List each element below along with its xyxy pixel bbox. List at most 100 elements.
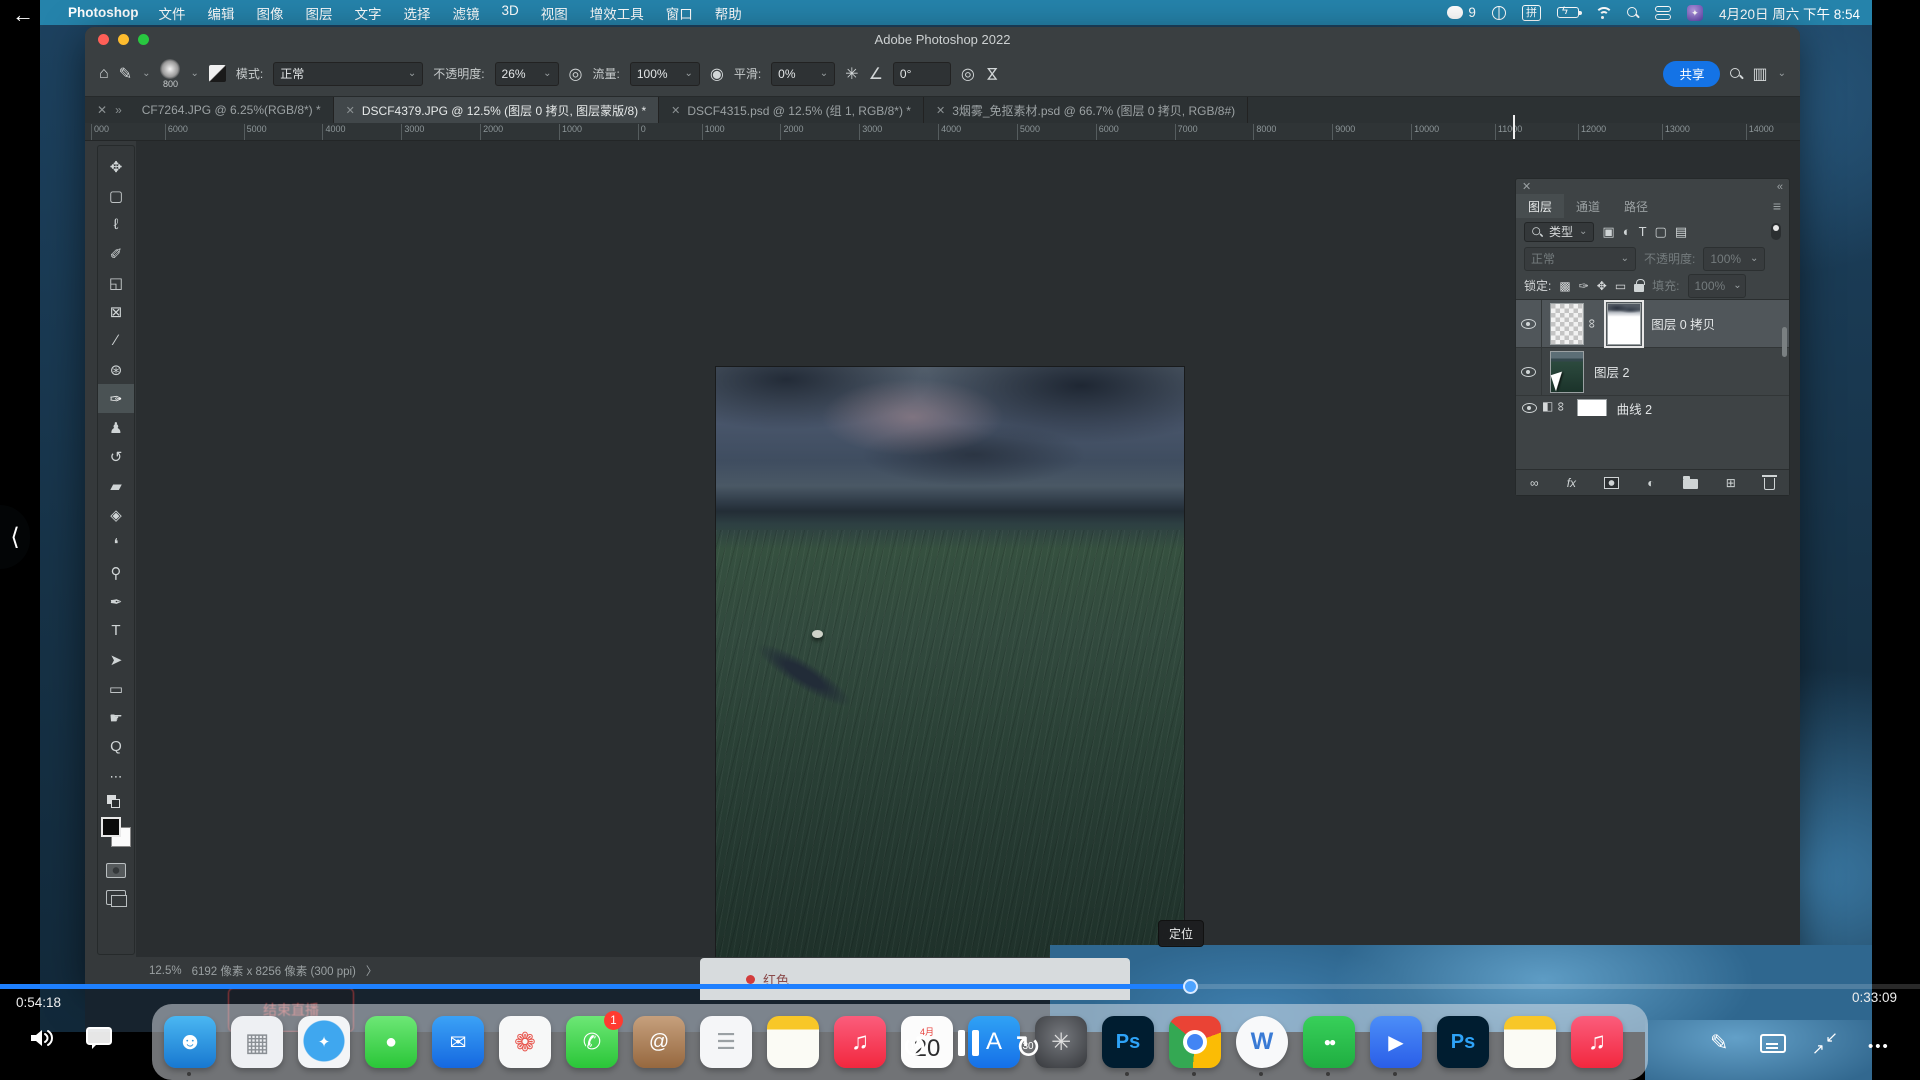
subtitle-pip-icon[interactable] [1760,1034,1786,1053]
layer-row-selected[interactable]: ∞ 图层 0 拷贝 [1516,300,1789,348]
home-icon[interactable]: ⌂ [99,65,109,83]
layer-mask-thumbnail[interactable] [1607,303,1641,345]
dock-photos[interactable]: ❁ [499,1016,551,1068]
close-icon[interactable]: ✕ [346,104,355,117]
new-layer-icon[interactable]: ⊞ [1726,476,1736,490]
frame-tool[interactable]: ⊠ [98,297,134,326]
dock-contacts[interactable]: @ [633,1016,685,1068]
eye-icon[interactable] [1521,319,1536,329]
dock-photoshop[interactable]: Ps [1102,1016,1154,1068]
lock-transparency-icon[interactable]: ▩ [1559,279,1570,293]
path-select-tool[interactable]: ➤ [98,645,134,674]
menu-app-name[interactable]: Photoshop [68,5,139,20]
symmetry-butterfly-icon[interactable]: ⋈ [983,66,1001,81]
swap-colors-icon[interactable] [107,795,125,809]
visibility-cell[interactable] [1516,348,1542,395]
menu-help[interactable]: 帮助 [715,3,742,23]
layer-name[interactable]: 曲线 2 [1617,399,1652,416]
adjustment-mask-thumbnail[interactable] [1577,399,1607,416]
search-icon[interactable] [1730,68,1742,80]
quick-mask-icon[interactable] [106,863,126,878]
menu-view[interactable]: 视图 [541,3,568,23]
smoothing-select[interactable]: 0% ⌄ [771,62,835,86]
window-titlebar[interactable]: Adobe Photoshop 2022 [85,27,1800,51]
filter-type-select[interactable]: 类型 ⌄ [1524,222,1594,242]
blend-mode-select[interactable]: 正常 ⌄ [273,62,423,86]
type-tool[interactable]: T [98,616,134,645]
lock-position-icon[interactable]: ✥ [1597,279,1607,293]
pressure-size-icon[interactable]: ◎ [961,64,975,84]
doc-tab-4[interactable]: ✕ 3烟雾_免抠素材.psd @ 66.7% (图层 0 拷贝, RGB/8#) [924,97,1248,123]
healing-brush-tool[interactable]: ⊛ [98,355,134,384]
color-swatches[interactable] [101,817,131,847]
object-selection-tool[interactable]: ✐ [98,239,134,268]
delete-layer-icon[interactable] [1764,478,1775,490]
dodge-tool[interactable]: ⚲ [98,558,134,587]
menu-3d[interactable]: 3D [502,3,519,23]
spotlight-icon[interactable] [1627,7,1639,19]
screen-mode-icon[interactable] [106,890,126,905]
doc-tab-2-active[interactable]: ✕ DSCF4379.JPG @ 12.5% (图层 0 拷贝, 图层蒙版/8)… [334,97,659,123]
menu-select[interactable]: 选择 [404,3,431,23]
menu-filter[interactable]: 滤镜 [453,3,480,23]
pinyin-ime-icon[interactable]: 拼 [1522,5,1541,21]
layer-name[interactable]: 图层 2 [1594,362,1629,381]
blur-tool[interactable]: ❛ [98,529,134,558]
status-app-icon[interactable]: ✦ [1687,5,1703,21]
zoom-tool[interactable]: Q [98,732,134,761]
foreground-color[interactable] [101,817,121,837]
layer-blend-select-disabled[interactable]: 正常 ⌄ [1524,247,1636,271]
brush-settings-toggle-icon[interactable] [209,65,226,82]
close-icon[interactable]: ✕ [85,97,115,123]
tab-layers[interactable]: 图层 [1516,194,1564,218]
visibility-cell[interactable] [1516,300,1542,347]
doc-tab-3[interactable]: ✕ DSCF4315.psd @ 12.5% (组 1, RGB/8*) * [659,97,924,123]
opacity-select[interactable]: 26% ⌄ [495,62,559,86]
pause-button[interactable] [958,1030,979,1056]
crop-tool[interactable]: ◱ [98,268,134,297]
lasso-tool[interactable]: ℓ [98,210,134,239]
brush-tool-icon[interactable]: ✎ [119,64,132,84]
layer-style-fx-icon[interactable]: fx [1567,476,1576,490]
chevron-down-icon[interactable]: ⌄ [142,68,150,79]
eye-icon[interactable] [1521,367,1536,377]
collapse-panel-icon[interactable]: « [1777,181,1783,193]
filter-type-icon[interactable]: T [1639,224,1647,239]
layer-name[interactable]: 图层 0 拷贝 [1651,314,1715,333]
eye-icon[interactable] [1522,403,1537,413]
chevron-down-icon[interactable]: ⌄ [1778,68,1786,79]
lock-pixels-icon[interactable]: ✑ [1579,279,1589,293]
menu-type[interactable]: 文字 [355,3,382,23]
panel-menu-icon[interactable]: ≡ [1773,198,1781,214]
forward-30-button[interactable]: ↻ 30 [1008,1028,1048,1068]
volume-icon[interactable] [28,1026,56,1055]
lock-artboard-icon[interactable]: ▭ [1615,279,1626,293]
danmaku-chat-icon[interactable] [86,1026,112,1055]
marquee-tool[interactable]: ▢ [98,181,134,210]
new-group-icon[interactable] [1683,479,1698,489]
adjustment-layer-icon[interactable]: ◐ [1647,476,1654,490]
flow-select[interactable]: 100% ⌄ [630,62,700,86]
status-chevron-icon[interactable]: 〉 [366,963,378,979]
panel-scrollbar[interactable] [1782,327,1787,357]
pen-tool[interactable]: ✒ [98,587,134,616]
dock-facetime[interactable]: ✆1 [566,1016,618,1068]
doc-tab-1[interactable]: CF7264.JPG @ 6.25%(RGB/8*) * [130,97,334,123]
smoothing-gear-icon[interactable]: ✳ [845,64,858,84]
progress-handle[interactable] [1183,979,1198,994]
brush-preset-picker[interactable]: 800 [160,59,180,89]
airbrush-icon[interactable]: ◉ [710,64,724,84]
close-icon[interactable]: ✕ [936,104,945,117]
filter-toggle[interactable] [1771,223,1781,240]
filter-smart-object-icon[interactable]: ▤ [1675,224,1687,240]
menubar-clock[interactable]: 4月20日 周六 下午 8:54 [1719,3,1860,23]
dock-jianying[interactable]: ▶ [1370,1016,1422,1068]
move-tool[interactable]: ✥ [98,152,134,181]
menu-image[interactable]: 图像 [257,3,284,23]
dock-launchpad[interactable]: ▦ [231,1016,283,1068]
dock-finder[interactable]: ☻ [164,1016,216,1068]
menu-file[interactable]: 文件 [159,3,186,23]
chevron-down-icon[interactable]: ⌄ [190,68,198,79]
hand-tool[interactable]: ☛ [98,703,134,732]
canvas-image[interactable] [716,367,1184,985]
